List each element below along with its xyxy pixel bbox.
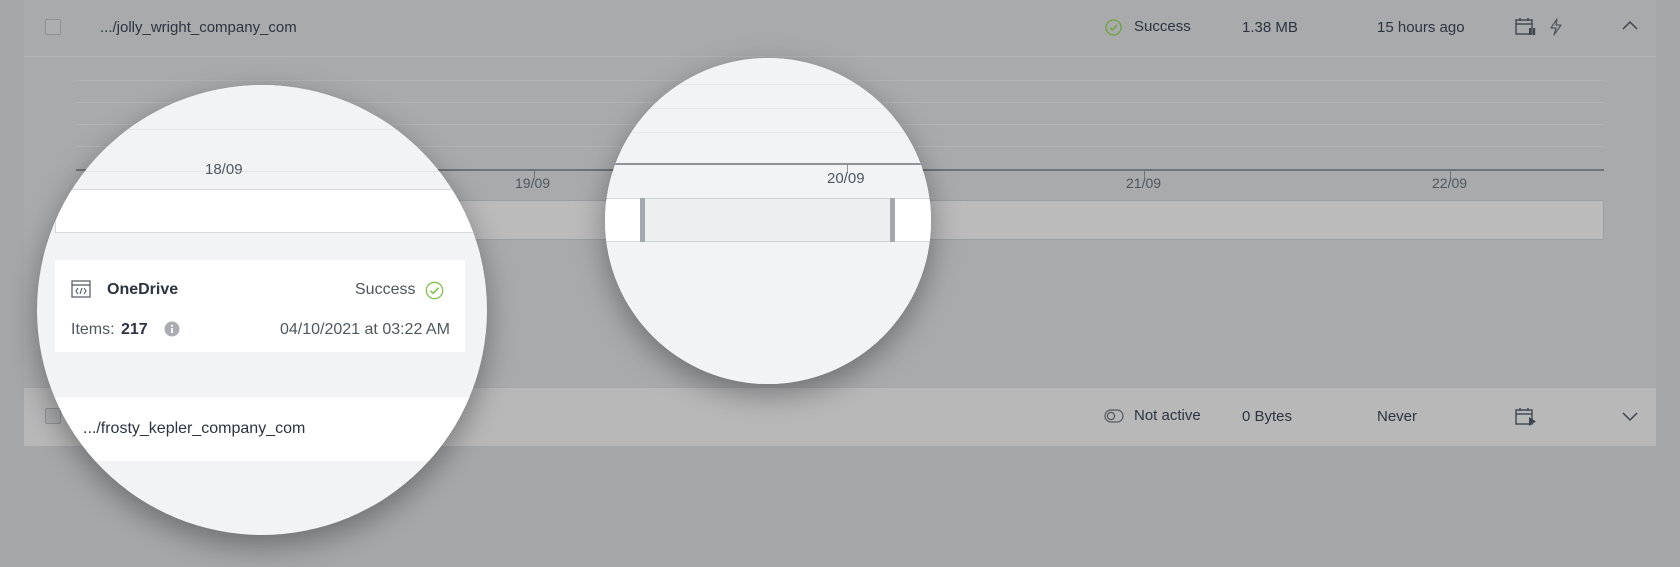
range-handle-right[interactable] [890, 198, 895, 242]
magnifier-lens-timeline: 20/09 [605, 58, 931, 384]
row-checkbox[interactable] [45, 19, 61, 35]
chevron-up-icon[interactable] [1622, 20, 1638, 30]
info-icon[interactable] [164, 321, 180, 337]
timeline-range-selector[interactable] [55, 189, 487, 233]
row-path[interactable]: .../jolly_wright_company_com [100, 19, 297, 36]
timeline-tick-label: 18/09 [205, 161, 243, 178]
items-count: 217 [121, 321, 148, 338]
timeline-tick-label: 22/09 [1432, 175, 1468, 191]
calendar-pause-icon[interactable] [1515, 17, 1537, 37]
row-path[interactable]: .../frosty_kepler_company_com [83, 420, 305, 438]
row-size: 0 Bytes [1242, 408, 1293, 425]
service-name: OneDrive [107, 281, 179, 298]
timeline-tick-label: 20/09 [827, 170, 865, 187]
chevron-down-icon[interactable] [1622, 412, 1638, 422]
backup-detail-card: OneDrive Success Items: 217 04/10/2021 a… [55, 260, 465, 352]
code-window-icon [71, 280, 91, 298]
timeline-tick-label: 19/09 [515, 175, 551, 191]
row-last-backup: 15 hours ago [1377, 19, 1465, 36]
success-check-icon [425, 281, 444, 300]
calendar-play-icon[interactable] [1515, 407, 1537, 427]
row-status: Success [1134, 18, 1191, 35]
range-handle-left[interactable] [640, 198, 645, 242]
magnifier-lens-detail: 18/09 OneDrive Success Items: 217 04/10/… [37, 85, 487, 535]
items-label: Items: [71, 321, 115, 338]
row-size: 1.38 MB [1242, 19, 1298, 36]
row-last-backup: Never [1377, 408, 1418, 425]
timeline-tick-label: 21/09 [1126, 175, 1162, 191]
timeline-selected-range[interactable] [642, 198, 892, 242]
toggle-off-icon[interactable] [1104, 409, 1124, 423]
detail-timestamp: 04/10/2021 at 03:22 AM [280, 321, 450, 338]
lightning-icon[interactable] [1549, 18, 1563, 36]
row-status: Not active [1134, 407, 1201, 424]
timeline-axis [605, 163, 931, 165]
success-check-icon [1105, 19, 1122, 36]
detail-status: Success [355, 281, 416, 298]
